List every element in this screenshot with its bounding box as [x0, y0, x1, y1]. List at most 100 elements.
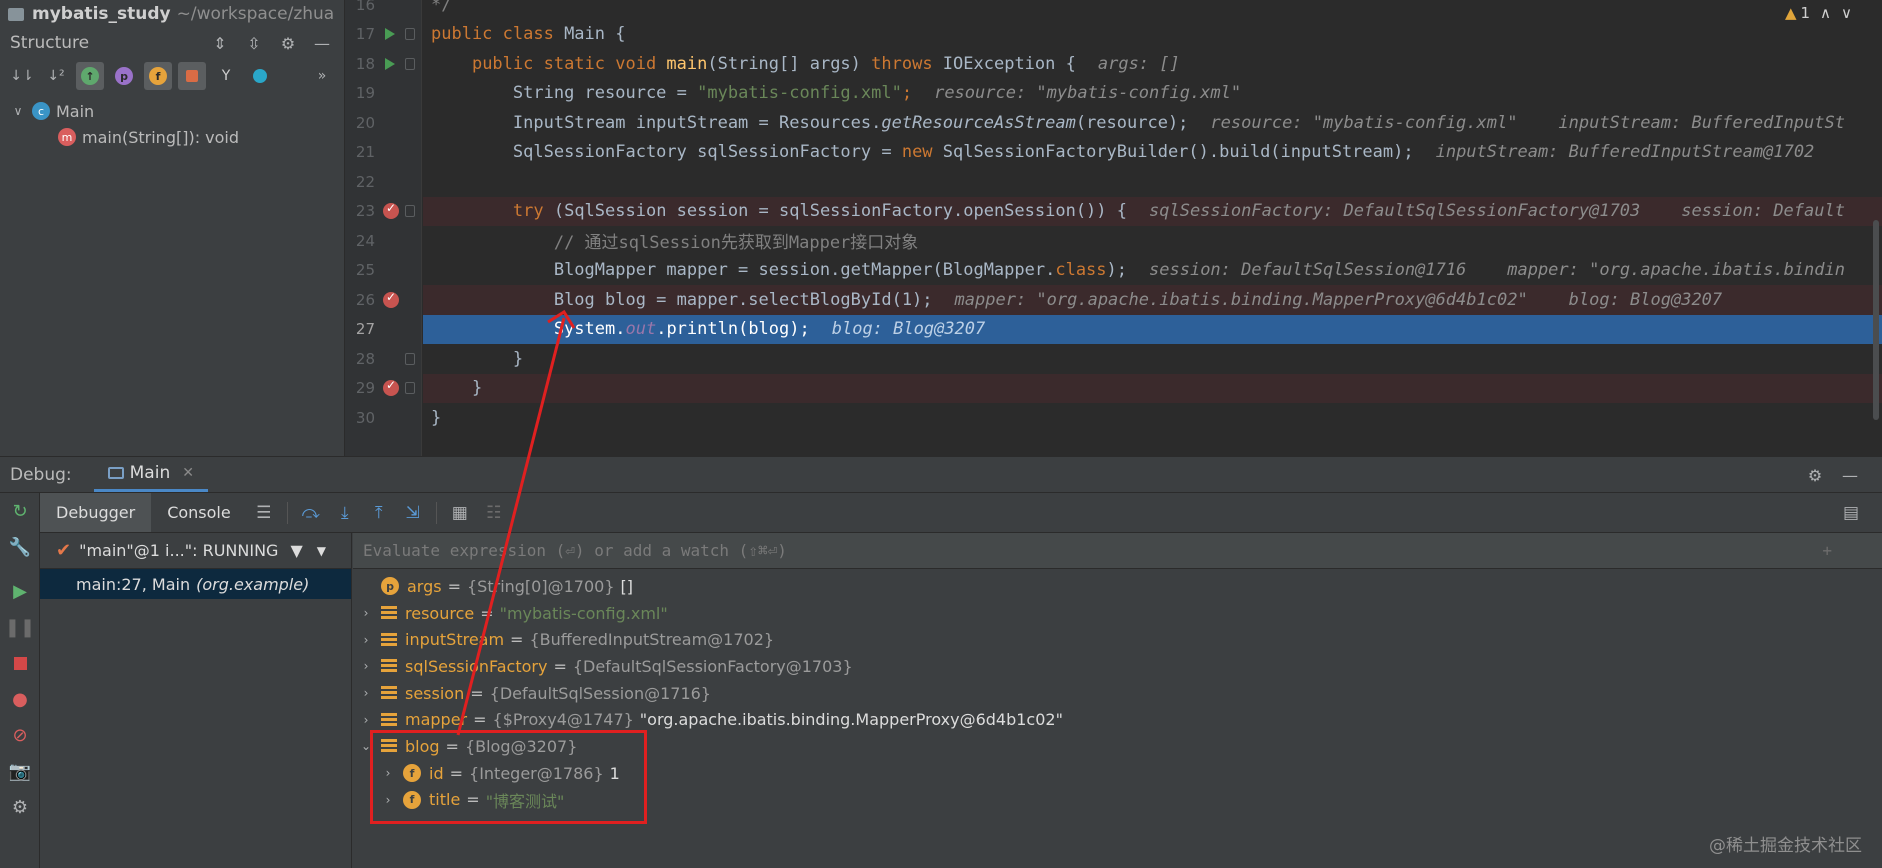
breakpoint-icon[interactable] — [383, 201, 399, 220]
step-out-icon[interactable]: ⤒ — [362, 498, 396, 528]
chevron-right-icon[interactable]: › — [355, 633, 377, 647]
chevron-down-icon[interactable]: ∨ — [10, 104, 26, 118]
autoscroll-icon[interactable] — [246, 62, 274, 90]
scrollbar-thumb[interactable] — [1873, 220, 1879, 420]
minimize-icon[interactable]: — — [310, 31, 334, 55]
breakpoint-icon[interactable] — [383, 290, 399, 308]
trace-stream-icon[interactable]: ☷ — [477, 498, 511, 528]
line-number: 30 — [355, 408, 375, 427]
tree-item-label: Main — [56, 101, 95, 121]
chevron-right-icon[interactable]: › — [355, 606, 377, 620]
code-line-27-current: System. out .println(blog); blog: Blog@3207 — [423, 314, 1882, 344]
code-line-26: Blog blog = mapper.selectBlogById(1); map… — [423, 285, 1882, 315]
show-fields-icon[interactable]: f — [144, 62, 172, 90]
variable-row[interactable]: › resource = "mybatis-config.xml" — [353, 600, 1882, 627]
project-bar[interactable]: mybatis_study ~/workspace/zhua — [0, 0, 344, 28]
mute-breakpoints-icon[interactable]: ⊘ — [0, 717, 40, 753]
tab-console[interactable]: Console — [151, 493, 247, 532]
chevron-down-icon[interactable]: ▼ — [317, 544, 326, 558]
thread-selector[interactable]: ✔ "main"@1 i...": RUNNING ▼ ▼ — [40, 533, 351, 569]
code-editor[interactable]: 16 17 18 19 20 21 22 23 24 25 26 27 28 2… — [345, 0, 1882, 456]
gear-icon[interactable]: ⚙ — [1803, 463, 1827, 487]
fold-icon[interactable] — [405, 352, 415, 365]
rerun-icon[interactable]: ↻ — [0, 493, 40, 529]
variable-row[interactable]: › inputStream = {BufferedInputStream@1702… — [353, 626, 1882, 653]
pause-icon[interactable]: ❚❚ — [0, 609, 40, 645]
minimize-icon[interactable]: — — [1838, 463, 1862, 487]
line-number: 22 — [355, 172, 375, 191]
stop-icon[interactable] — [0, 645, 40, 681]
wrench-icon[interactable]: 🔧 — [0, 529, 40, 565]
camera-icon[interactable]: 📷 — [0, 753, 40, 789]
fold-icon[interactable] — [405, 205, 415, 218]
editor-scrollbar[interactable] — [1870, 60, 1882, 440]
code-line-24: // 通过sqlSession先获取到Mapper接口对象 — [423, 226, 1882, 256]
step-over-icon[interactable]: ⤼ — [294, 498, 328, 528]
line-number: 21 — [355, 143, 375, 162]
parameter-icon: p — [381, 577, 399, 596]
chevron-down-icon[interactable]: ∨ — [1841, 4, 1852, 22]
variable-type: {DefaultSqlSession@1716} — [489, 683, 711, 703]
line-number: 18 — [355, 54, 375, 73]
resume-icon[interactable]: ▶ — [0, 573, 40, 609]
structure-header: Structure ⇕ ⇳ ⚙ — — [0, 28, 344, 58]
code-line-19: String resource = "mybatis-config.xml"; r… — [423, 79, 1882, 109]
filter-icon[interactable]: ▼ — [290, 541, 302, 560]
show-inherited-icon[interactable]: ↑ — [76, 62, 104, 90]
step-into-icon[interactable]: ⤓ — [328, 498, 362, 528]
chevron-right-icon[interactable]: › — [355, 659, 377, 673]
variable-row[interactable]: › session = {DefaultSqlSession@1716} — [353, 680, 1882, 707]
show-properties-icon[interactable]: p — [110, 62, 138, 90]
fold-icon[interactable] — [405, 57, 415, 70]
variable-row[interactable]: p args = {String[0]@1700} [] — [353, 573, 1882, 600]
code-text: new — [901, 142, 933, 163]
more-icon[interactable]: » — [308, 62, 336, 90]
variable-type: {String[0]@1700} — [467, 576, 615, 596]
code-text: out — [625, 319, 657, 340]
structure-tree: ∨ c Main m main(String[]): void — [0, 94, 344, 150]
line-number: 20 — [355, 113, 375, 132]
close-icon[interactable]: ✕ — [182, 465, 194, 481]
sort-by-visibility-icon[interactable]: ↓⇂ — [8, 62, 36, 90]
chevron-right-icon[interactable]: › — [355, 713, 377, 727]
menu-icon[interactable]: ☰ — [247, 498, 281, 528]
debug-session-tab[interactable]: Main ✕ — [93, 457, 208, 492]
layout-icon[interactable]: ▤ — [1834, 498, 1868, 528]
add-watch-icon[interactable]: + — [1822, 541, 1832, 560]
gear-icon[interactable]: ⚙ — [276, 31, 300, 55]
tab-debugger[interactable]: Debugger — [40, 493, 152, 532]
inline-value-hint: blog: Blog@3207 — [831, 319, 986, 340]
tree-item-main-method[interactable]: m main(String[]): void — [0, 124, 344, 150]
variable-icon — [381, 606, 397, 621]
frame-label: main:27, Main — [76, 574, 191, 594]
fold-icon[interactable] — [405, 382, 415, 395]
variable-row[interactable]: › sqlSessionFactory = {DefaultSqlSessionF… — [353, 653, 1882, 680]
inspection-widget[interactable]: ▲ 1 ∧ ∨ — [1785, 4, 1852, 22]
inline-value-hint: session: DefaultSqlSession@1716 mapper: … — [1149, 260, 1845, 281]
sort-alphabetically-icon[interactable]: ↓² — [42, 62, 70, 90]
show-non-public-icon[interactable] — [178, 62, 206, 90]
code-line-18: public static void main (String[] args) t… — [423, 49, 1882, 79]
run-to-cursor-icon[interactable]: ⇲ — [396, 498, 430, 528]
watch-input[interactable]: Evaluate expression (⏎) or add a watch (… — [353, 533, 1882, 569]
chevron-up-icon[interactable]: ∧ — [1820, 4, 1831, 22]
evaluate-expression-icon[interactable]: ▦ — [443, 498, 477, 528]
settings-icon[interactable]: ⚙ — [0, 789, 40, 825]
collapse-all-icon[interactable]: ⇳ — [242, 31, 266, 55]
code-text: (resource); — [1075, 112, 1189, 133]
breakpoint-icon[interactable] — [383, 378, 399, 397]
chevron-right-icon[interactable]: › — [355, 686, 377, 700]
line-number: 23 — [355, 202, 375, 221]
view-breakpoints-icon[interactable]: ● — [0, 681, 40, 717]
line-gutter[interactable]: 16 17 18 19 20 21 22 23 24 25 26 27 28 2… — [345, 0, 422, 456]
fold-icon[interactable] — [405, 28, 415, 41]
run-icon[interactable] — [385, 57, 395, 70]
stack-frame-selected[interactable]: main:27, Main (org.example) — [40, 569, 351, 599]
show-lambdas-icon[interactable]: Y — [212, 62, 240, 90]
code-text: } — [512, 348, 524, 369]
tree-item-main-class[interactable]: ∨ c Main — [0, 98, 344, 124]
run-icon[interactable] — [385, 28, 395, 41]
line-number: 29 — [355, 379, 375, 398]
expand-all-icon[interactable]: ⇕ — [208, 31, 232, 55]
code-area[interactable]: */ public class Main { public static voi… — [423, 0, 1882, 456]
